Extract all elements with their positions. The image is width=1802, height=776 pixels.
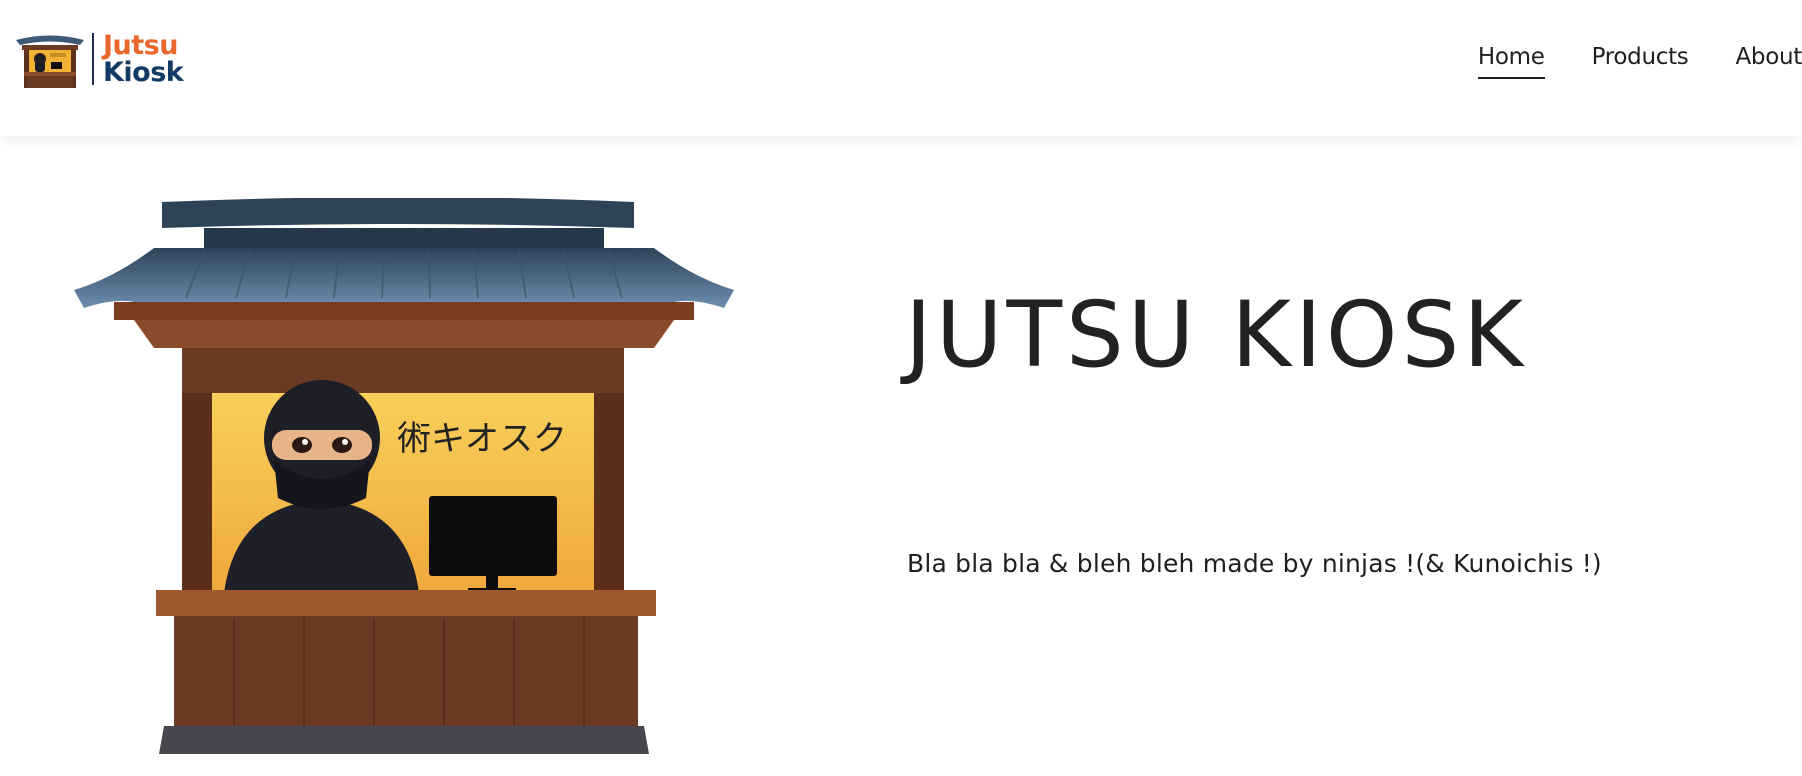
hero-title: JUTSU KIOSK xyxy=(905,283,1527,388)
kiosk-logo-icon xyxy=(16,35,84,88)
nav-about-link[interactable]: About xyxy=(1735,44,1802,79)
site-logo[interactable]: Jutsu Kiosk xyxy=(14,28,184,90)
logo-text: Jutsu Kiosk xyxy=(103,30,184,88)
logo-divider xyxy=(92,33,94,85)
logo-word-jutsu: Jutsu xyxy=(103,30,178,61)
kiosk-sign-text: 術キオスク xyxy=(397,419,567,459)
hero-subtitle: Bla bla bla & bleh bleh made by ninjas !… xyxy=(907,549,1602,578)
ninja-kiosk-illustration: 術キオスク xyxy=(74,198,734,754)
main-nav: Home Products About xyxy=(1431,44,1802,79)
site-header: Jutsu Kiosk Home Products About xyxy=(0,0,1802,136)
nav-products-link[interactable]: Products xyxy=(1592,44,1689,79)
logo-word-kiosk: Kiosk xyxy=(103,57,184,88)
nav-home-link[interactable]: Home xyxy=(1477,44,1545,79)
